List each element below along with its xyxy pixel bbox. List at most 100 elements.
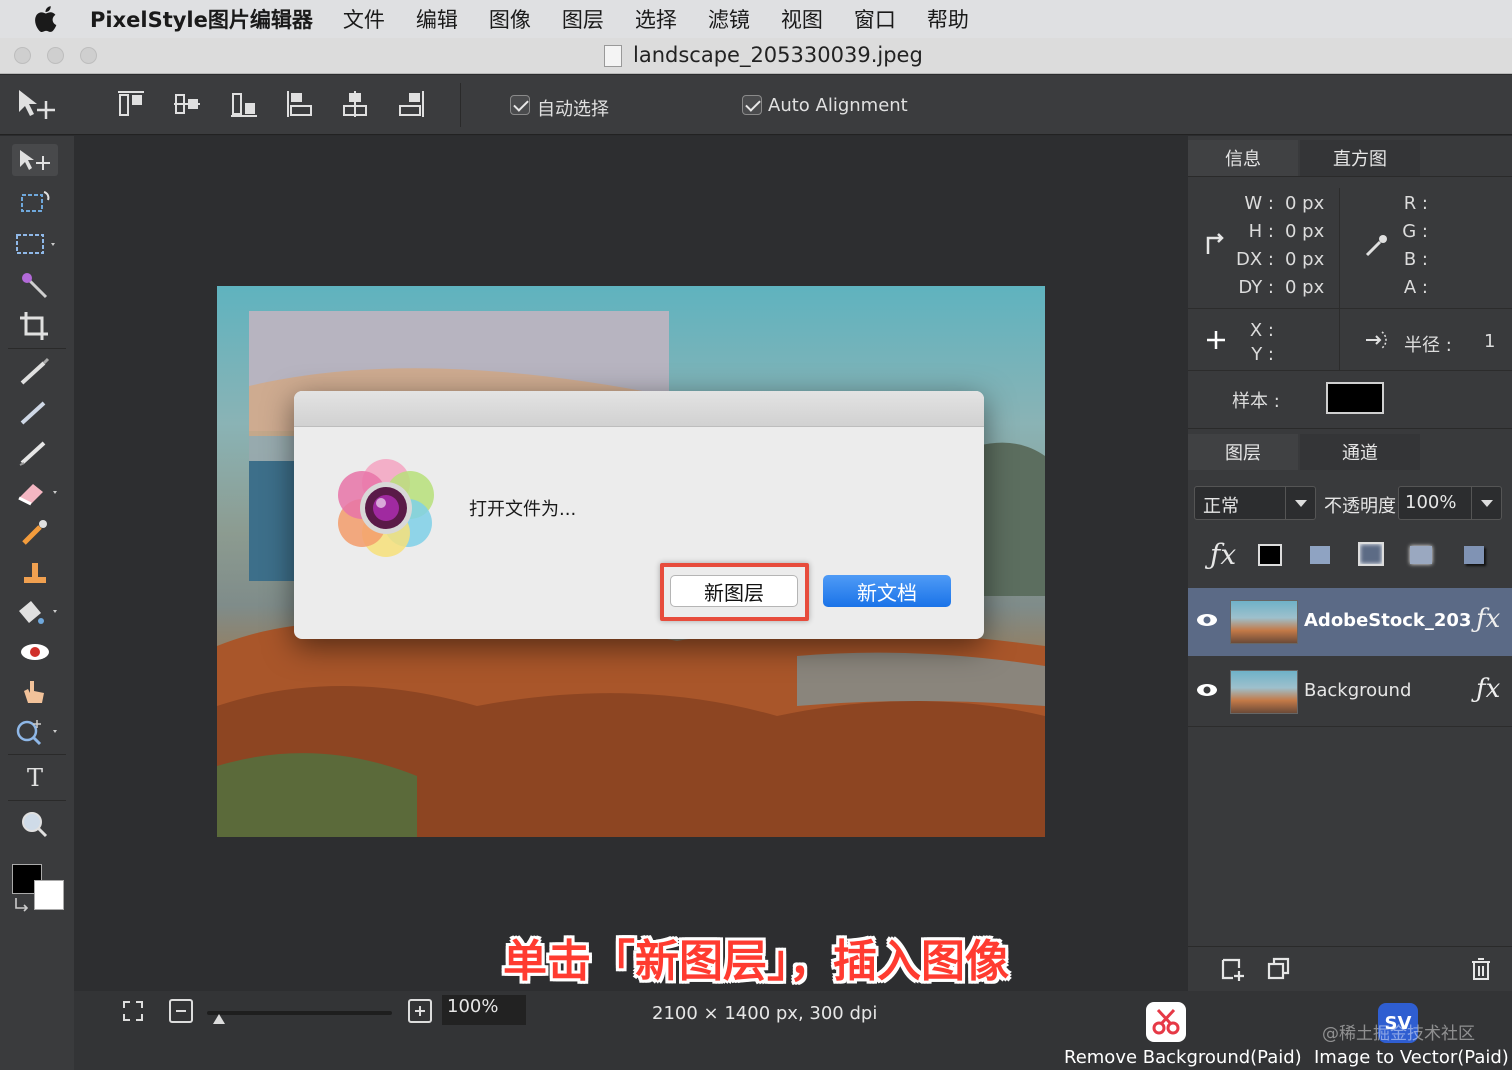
auto-select-label: 自动选择 [537,99,609,120]
close-window-button[interactable] [14,47,31,64]
paint-bucket-icon[interactable] [12,596,58,628]
divider [1188,428,1512,429]
y-label: Y : [1251,344,1274,365]
menu-edit[interactable]: 编辑 [416,4,458,34]
layer-style-glow-icon[interactable] [1410,546,1432,564]
pencil-tool-icon[interactable] [12,396,58,428]
chevron-down-icon [1471,487,1501,519]
zoom-slider-thumb[interactable] [212,1010,226,1024]
height-value: 0 px [1285,221,1325,242]
align-hcenter-icon[interactable] [340,89,370,119]
menu-layer[interactable]: 图层 [562,4,604,34]
crosshair-icon [1206,330,1226,350]
radius-label: 半径 : [1404,335,1452,356]
divider [1339,308,1340,370]
align-top-icon[interactable] [116,89,146,119]
layer-style-inner-icon[interactable] [1358,542,1384,566]
layer-style-fill-icon[interactable] [1310,546,1330,564]
document-icon [604,45,622,67]
align-left-icon[interactable] [285,89,315,119]
minimize-window-button[interactable] [47,47,64,64]
annotation-caption: 单击「新图层」，插入图像 [503,936,1009,987]
image-to-vector-button[interactable]: Image to Vector(Paid) [1314,1047,1509,1068]
zoom-tool-icon[interactable] [12,716,58,748]
align-right-icon[interactable] [396,89,426,119]
move-tool-icon[interactable] [16,87,55,119]
zoom-window-button[interactable] [80,47,97,64]
brush-tool-icon[interactable] [12,356,58,388]
layer-name: AdobeStock_203 [1304,610,1472,631]
opacity-select[interactable]: 100% [1398,486,1502,520]
align-vcenter-icon[interactable] [172,89,202,119]
eye-icon[interactable] [1196,612,1218,628]
menu-view[interactable]: 视图 [781,4,823,34]
divider [1188,726,1512,727]
layer-name: Background [1304,680,1412,701]
text-tool-icon[interactable]: T [12,762,58,794]
menu-image[interactable]: 图像 [489,4,531,34]
swap-colors-icon[interactable] [12,894,32,914]
tab-layers[interactable]: 图层 [1188,434,1298,470]
layer-row-adobestock[interactable]: AdobeStock_203 ƒx [1188,588,1512,656]
divider [1339,188,1340,308]
background-color-swatch[interactable] [34,880,64,910]
pixelstyle-app-icon [334,453,438,557]
red-eye-tool-icon[interactable] [12,636,58,668]
zoom-in-button[interactable] [408,999,432,1023]
fx-effects-icon[interactable]: ƒx [1210,538,1236,571]
tab-channels[interactable]: 通道 [1300,434,1420,470]
stamp-tool-icon[interactable] [12,556,58,588]
menu-bar: PixelStyle图片编辑器 文件 编辑 图像 图层 选择 滤镜 视图 窗口 … [0,0,1512,38]
layer-fx-icon[interactable]: ƒx [1476,674,1500,704]
window-titlebar: landscape_205330039.jpeg [0,38,1512,74]
crop-tool-icon[interactable] [12,310,58,342]
fit-screen-icon[interactable] [122,1000,144,1022]
remove-background-button[interactable]: Remove Background(Paid) [1064,1047,1302,1068]
align-bottom-icon[interactable] [229,89,259,119]
tool-separator [8,754,66,755]
eye-icon[interactable] [1196,682,1218,698]
menu-file[interactable]: 文件 [343,4,385,34]
layer-row-background[interactable]: Background ƒx [1188,658,1512,726]
apple-menu-icon[interactable] [0,5,90,33]
options-toolbar: 自动选择 Auto Alignment [0,75,1512,135]
new-document-button[interactable]: 新文档 [823,575,951,607]
menu-filter[interactable]: 滤镜 [708,4,750,34]
transform-tool-icon[interactable] [12,186,58,218]
layer-fx-icon[interactable]: ƒx [1476,604,1500,634]
move-tool-button[interactable] [12,144,58,176]
auto-alignment-checkbox[interactable] [742,95,762,115]
dialog-titlebar [294,391,984,427]
magnifier-tool-icon[interactable] [12,808,58,840]
zoom-out-button[interactable] [169,999,193,1023]
menu-select[interactable]: 选择 [635,4,677,34]
sample-label: 样本 : [1232,391,1280,412]
opacity-value: 100% [1405,492,1457,513]
marquee-tool-icon[interactable] [12,228,58,260]
divider [1188,370,1512,371]
new-layer-button[interactable]: 新图层 [670,575,798,607]
height-label: H : [1248,221,1274,242]
app-name-menu[interactable]: PixelStyle图片编辑器 [90,4,313,34]
dx-label: DX : [1236,249,1274,270]
blue-label: B : [1403,249,1428,270]
radius-value[interactable]: 1 [1484,331,1495,352]
zoom-slider[interactable] [207,1011,392,1015]
x-label: X : [1249,320,1274,341]
pen-tool-icon[interactable] [12,436,58,468]
scissors-icon[interactable] [1146,1002,1186,1042]
right-panel: 信息 直方图 W : 0 px H : 0 px DX : 0 px DY : … [1188,136,1512,991]
eraser-tool-icon[interactable] [12,476,58,508]
zoom-field[interactable]: 100% [442,995,526,1025]
auto-select-checkbox[interactable] [510,95,530,115]
layer-style-black-icon[interactable] [1258,544,1282,566]
tab-info[interactable]: 信息 [1188,140,1298,176]
magic-wand-icon[interactable] [12,270,58,302]
tab-histogram[interactable]: 直方图 [1300,140,1420,176]
menu-window[interactable]: 窗口 [854,4,896,34]
menu-help[interactable]: 帮助 [927,4,969,34]
layer-style-shadow-icon[interactable] [1464,546,1484,564]
hand-tool-icon[interactable] [12,676,58,708]
blend-mode-select[interactable]: 正常 [1194,486,1316,520]
eyedropper-tool-icon[interactable] [12,516,58,548]
